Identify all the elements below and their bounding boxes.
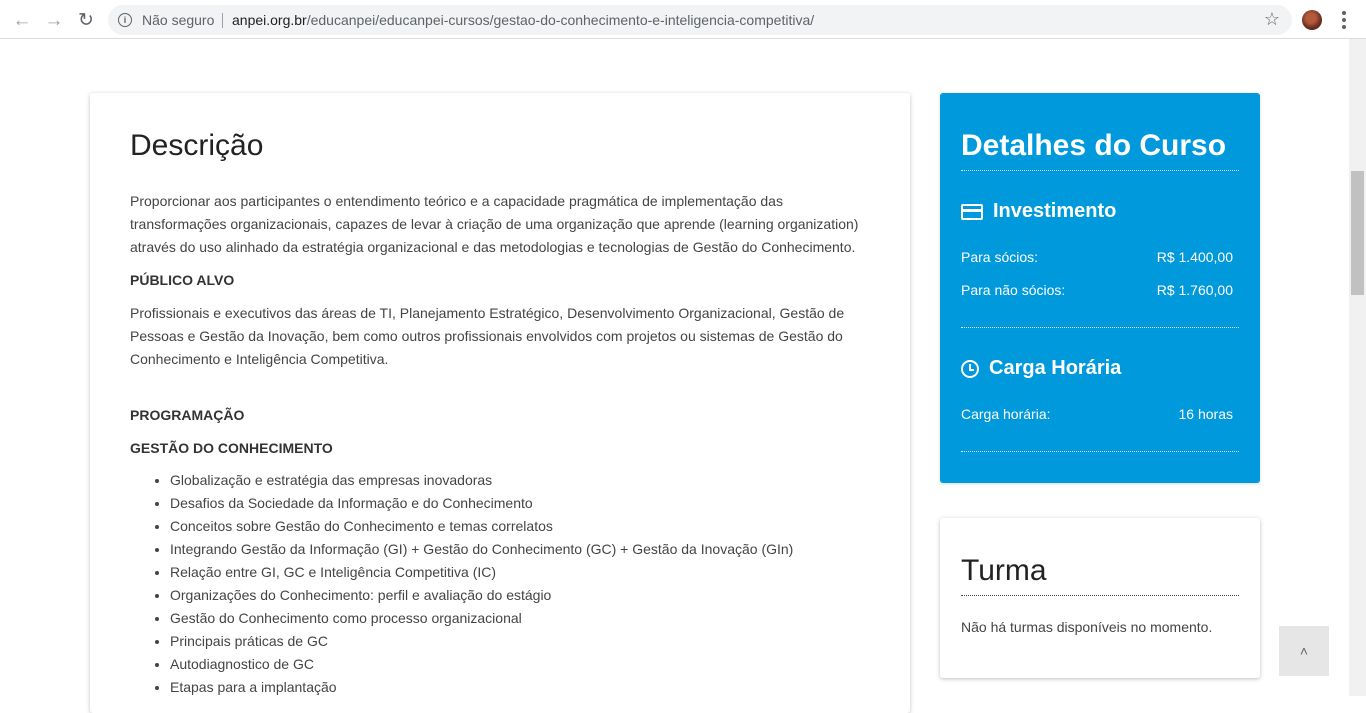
description-title: Descrição bbox=[130, 129, 264, 162]
details-title: Detalhes do Curso bbox=[961, 129, 1227, 162]
security-label[interactable]: Não seguro bbox=[142, 12, 214, 28]
chevron-up-icon: ˄ bbox=[1299, 643, 1309, 659]
list-item: Gestão do Conhecimento como processo org… bbox=[170, 607, 793, 630]
investment-heading-label: Investimento bbox=[993, 200, 1117, 222]
workload-label: Carga horária: bbox=[961, 406, 1051, 422]
reload-icon[interactable]: ↻ bbox=[74, 8, 98, 32]
investment-heading: Investimento bbox=[961, 200, 1116, 223]
scrollbar-thumb[interactable] bbox=[1351, 171, 1364, 295]
workload-heading-label: Carga Horária bbox=[989, 357, 1122, 379]
back-arrow-icon[interactable]: ← bbox=[10, 8, 34, 32]
address-bar[interactable]: i Não seguro anpei.org.br/educanpei/educ… bbox=[108, 5, 1292, 35]
module-label: GESTÃO DO CONHECIMENTO bbox=[130, 440, 333, 456]
credit-card-icon bbox=[961, 203, 983, 220]
non-members-price-row: Para não sócios: R$ 1.760,00 bbox=[961, 282, 1233, 298]
turma-message: Não há turmas disponíveis no momento. bbox=[961, 619, 1213, 635]
divider bbox=[961, 595, 1239, 596]
members-price-row: Para sócios: R$ 1.400,00 bbox=[961, 249, 1233, 265]
list-item: Globalização e estratégia das empresas i… bbox=[170, 469, 793, 492]
url-text[interactable]: anpei.org.br/educanpei/educanpei-cursos/… bbox=[232, 12, 814, 28]
url-path: /educanpei/educanpei-cursos/gestao-do-co… bbox=[306, 12, 815, 28]
turma-title: Turma bbox=[961, 554, 1047, 587]
list-item: Relação entre GI, GC e Inteligência Comp… bbox=[170, 561, 793, 584]
list-item: Autodiagnostico de GC bbox=[170, 653, 793, 676]
audience-label: PÚBLICO ALVO bbox=[130, 272, 235, 288]
audience-text: Profissionais e executivos das áreas de … bbox=[130, 305, 845, 367]
bookmark-star-icon[interactable]: ☆ bbox=[1264, 9, 1280, 30]
clock-icon bbox=[961, 359, 979, 378]
address-divider bbox=[222, 13, 223, 28]
profile-avatar[interactable] bbox=[1302, 10, 1322, 30]
turma-card: Turma Não há turmas disponíveis no momen… bbox=[940, 518, 1260, 678]
list-item: Principais práticas de GC bbox=[170, 630, 793, 653]
members-price: R$ 1.400,00 bbox=[1156, 249, 1233, 265]
workload-heading: Carga Horária bbox=[961, 357, 1121, 380]
list-item: Organizações do Conhecimento: perfil e a… bbox=[170, 584, 793, 607]
list-item: Integrando Gestão da Informação (GI) + G… bbox=[170, 538, 793, 561]
program-label: PROGRAMAÇÃO bbox=[130, 407, 245, 423]
divider bbox=[961, 170, 1239, 171]
page-scrollbar[interactable] bbox=[1349, 39, 1366, 696]
browser-toolbar: ← → ↻ i Não seguro anpei.org.br/educanpe… bbox=[0, 0, 1366, 39]
description-intro: Proporcionar aos participantes o entendi… bbox=[130, 193, 859, 255]
back-to-top-button[interactable]: ˄ bbox=[1279, 626, 1329, 676]
url-host: anpei.org.br bbox=[232, 12, 307, 28]
forward-arrow-icon[interactable]: → bbox=[42, 8, 66, 32]
workload-row: Carga horária: 16 horas bbox=[961, 406, 1233, 422]
members-label: Para sócios: bbox=[961, 249, 1039, 265]
list-item: Conceitos sobre Gestão do Conhecimento e… bbox=[170, 515, 793, 538]
list-item: Desafios da Sociedade da Informação e do… bbox=[170, 492, 793, 515]
divider bbox=[961, 327, 1239, 328]
info-icon[interactable]: i bbox=[118, 13, 132, 27]
description-card: Descrição Proporcionar aos participantes… bbox=[90, 93, 910, 713]
non-members-price: R$ 1.760,00 bbox=[1156, 282, 1233, 298]
workload-value: 16 horas bbox=[1178, 406, 1233, 422]
divider bbox=[961, 451, 1239, 452]
program-list: Globalização e estratégia das empresas i… bbox=[130, 469, 793, 699]
non-members-label: Para não sócios: bbox=[961, 282, 1066, 298]
browser-menu-icon[interactable] bbox=[1334, 8, 1354, 32]
course-details-card: Detalhes do Curso Investimento Para sóci… bbox=[940, 93, 1260, 483]
